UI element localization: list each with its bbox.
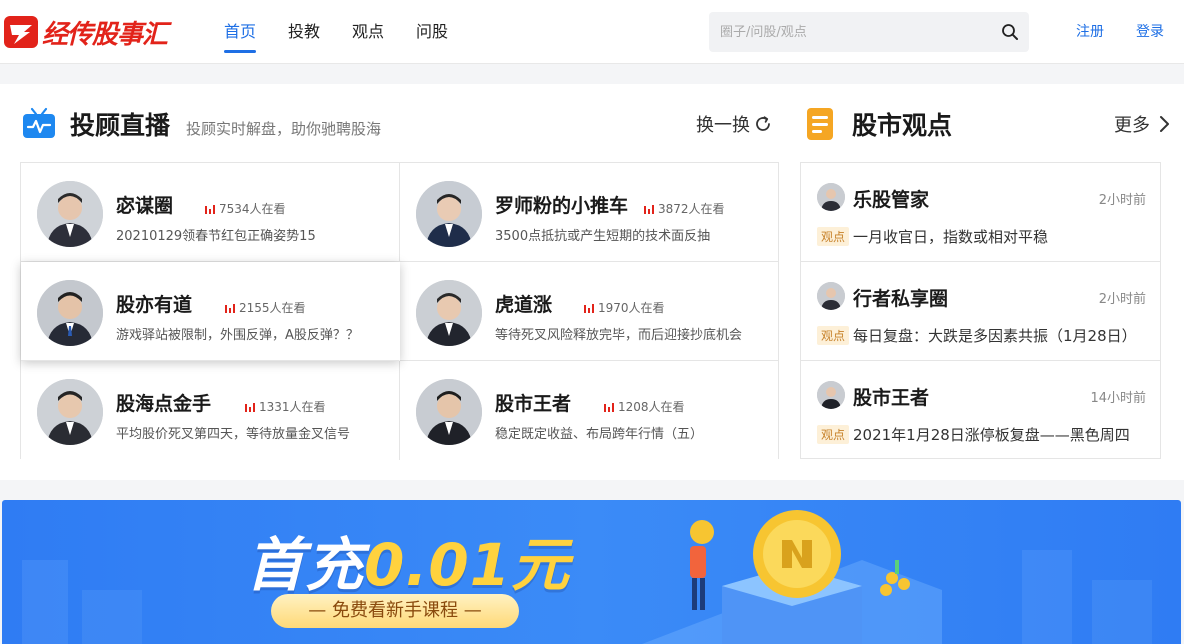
opinions-title: 股市观点 — [852, 111, 953, 140]
avatar — [37, 379, 103, 445]
avatar — [416, 379, 482, 445]
search-input[interactable] — [709, 12, 989, 52]
search-box — [709, 12, 1029, 52]
swap-label: 换一换 — [696, 115, 750, 136]
live-card[interactable]: 虎道涨 1970人在看 等待死叉风险释放完毕，而后迎接抄底机会 — [400, 262, 778, 361]
viewer-count: 2155人在看 — [225, 299, 306, 316]
anchor-name: 宓谋圈 — [116, 195, 174, 217]
swap-button[interactable]: 换一换 — [696, 111, 772, 137]
more-label: 更多 — [1114, 115, 1150, 136]
note-icon — [807, 108, 833, 140]
opinion-item[interactable]: 股市王者 14小时前 观点 2021年1月28日涨停板复盘——黑色周四 — [801, 361, 1160, 460]
live-topic: 等待死叉风险释放完毕，而后迎接抄底机会 — [495, 328, 743, 343]
viewer-count: 1331人在看 — [245, 398, 326, 415]
opinion-item[interactable]: 行者私享圈 2小时前 观点 每日复盘：大跌是多因素共振（1月28日） — [801, 262, 1160, 361]
bars-icon — [644, 204, 654, 214]
live-title: 投顾直播 — [70, 111, 171, 140]
avatar — [817, 282, 845, 310]
live-card[interactable]: 股亦有道 2155人在看 游戏驿站被限制，外围反弹，A股反弹？？ — [21, 262, 400, 361]
opinion-tag: 观点 — [817, 326, 850, 345]
viewer-count: 3872人在看 — [644, 200, 725, 217]
viewer-count-text: 1970人在看 — [598, 301, 665, 315]
anchor-name: 股市王者 — [495, 393, 572, 415]
tv-icon — [23, 107, 55, 138]
banner-title-amount: 0.01元 — [364, 531, 571, 599]
anchor-name: 罗师粉的小推车 — [495, 195, 629, 217]
avatar — [817, 381, 845, 409]
opinion-tag: 观点 — [817, 227, 850, 246]
main-nav: 首页 投教 观点 问股 — [224, 0, 480, 64]
opinions-panel: 股市观点 更多 乐股管家 2小时前 观点 一月收官日，指数或相对平稳 行者私享圈… — [790, 84, 1184, 480]
author-name: 股市王者 — [853, 387, 930, 409]
banner-illustration — [22, 510, 1152, 644]
logo-text: 经传股事汇 — [42, 19, 168, 50]
live-topic: 稳定既定收益、布局跨年行情（五） — [495, 427, 704, 442]
post-time: 14小时前 — [1090, 391, 1146, 406]
author-name: 行者私享圈 — [853, 288, 949, 310]
post-time: 2小时前 — [1098, 292, 1146, 307]
live-topic: 平均股价死叉第四天，等待放量金叉信号 — [116, 427, 351, 442]
viewer-count: 7534人在看 — [205, 200, 286, 217]
viewer-count-text: 1331人在看 — [259, 400, 326, 414]
live-grid: 宓谋圈 7534人在看 20210129领春节红包正确姿势15 罗师粉的小推车 … — [20, 162, 779, 460]
nav-home[interactable]: 首页 — [224, 0, 257, 64]
register-link[interactable]: 注册 — [1076, 0, 1104, 64]
avatar — [37, 181, 103, 247]
opinion-title: 一月收官日，指数或相对平稳 — [853, 228, 1049, 246]
nav-ask[interactable]: 问股 — [416, 0, 448, 64]
viewer-count-text: 1208人在看 — [618, 400, 685, 414]
logo[interactable]: 经传股事汇 — [2, 12, 174, 52]
opinions-list: 乐股管家 2小时前 观点 一月收官日，指数或相对平稳 行者私享圈 2小时前 观点… — [800, 162, 1161, 459]
bars-icon — [225, 303, 235, 313]
bars-icon — [245, 402, 255, 412]
avatar — [416, 280, 482, 346]
live-card[interactable]: 罗师粉的小推车 3872人在看 3500点抵抗或产生短期的技术面反抽 — [400, 163, 778, 262]
anchor-name: 股海点金手 — [116, 393, 212, 415]
banner-headline: 首充0.01元 — [246, 518, 570, 602]
banner-title-prefix: 首充 — [246, 531, 365, 599]
chevron-right-icon — [1160, 116, 1169, 132]
live-header: 投顾直播 投顾实时解盘，助你驰聘股海 — [22, 106, 381, 142]
post-time: 2小时前 — [1098, 193, 1146, 208]
live-subtitle: 投顾实时解盘，助你驰聘股海 — [186, 119, 382, 138]
live-card[interactable]: 股海点金手 1331人在看 平均股价死叉第四天，等待放量金叉信号 — [21, 361, 400, 460]
live-card[interactable]: 宓谋圈 7534人在看 20210129领春节红包正确姿势15 — [21, 163, 400, 262]
author-name: 乐股管家 — [853, 189, 930, 211]
login-link[interactable]: 登录 — [1136, 0, 1164, 64]
live-topic: 3500点抵抗或产生短期的技术面反抽 — [495, 229, 711, 244]
promo-banner[interactable]: 首充0.01元 — 免费看新手课程 — — [2, 500, 1181, 644]
avatar — [817, 183, 845, 211]
nav-opinions[interactable]: 观点 — [352, 0, 384, 64]
opinion-item[interactable]: 乐股管家 2小时前 观点 一月收官日，指数或相对平稳 — [801, 163, 1160, 262]
free-course-button[interactable]: — 免费看新手课程 — — [271, 594, 519, 628]
anchor-name: 虎道涨 — [495, 294, 553, 316]
top-header: 经传股事汇 首页 投教 观点 问股 注册 登录 — [0, 0, 1184, 64]
bars-icon — [584, 303, 594, 313]
avatar — [37, 280, 103, 346]
search-icon[interactable] — [1001, 23, 1019, 41]
opinion-title: 每日复盘：大跌是多因素共振（1月28日） — [853, 327, 1137, 345]
live-card[interactable]: 股市王者 1208人在看 稳定既定收益、布局跨年行情（五） — [400, 361, 778, 460]
opinion-tag: 观点 — [817, 425, 850, 444]
logo-icon — [4, 16, 38, 48]
avatar — [416, 181, 482, 247]
anchor-name: 股亦有道 — [116, 294, 193, 316]
viewer-count: 1208人在看 — [604, 398, 685, 415]
viewer-count-text: 3872人在看 — [658, 202, 725, 216]
refresh-icon — [756, 116, 770, 131]
more-button[interactable]: 更多 — [1114, 111, 1170, 137]
nav-education[interactable]: 投教 — [288, 0, 320, 64]
live-topic: 游戏驿站被限制，外围反弹，A股反弹？？ — [116, 328, 359, 343]
live-topic: 20210129领春节红包正确姿势15 — [116, 229, 316, 244]
bars-icon — [205, 204, 215, 214]
opinions-header: 股市观点 — [806, 106, 952, 142]
viewer-count-text: 7534人在看 — [219, 202, 286, 216]
viewer-count-text: 2155人在看 — [239, 301, 306, 315]
viewer-count: 1970人在看 — [584, 299, 665, 316]
opinion-title: 2021年1月28日涨停板复盘——黑色周四 — [853, 426, 1130, 444]
live-panel: 投顾直播 投顾实时解盘，助你驰聘股海 换一换 宓谋圈 7534人在看 20210… — [0, 84, 790, 480]
bars-icon — [604, 402, 614, 412]
